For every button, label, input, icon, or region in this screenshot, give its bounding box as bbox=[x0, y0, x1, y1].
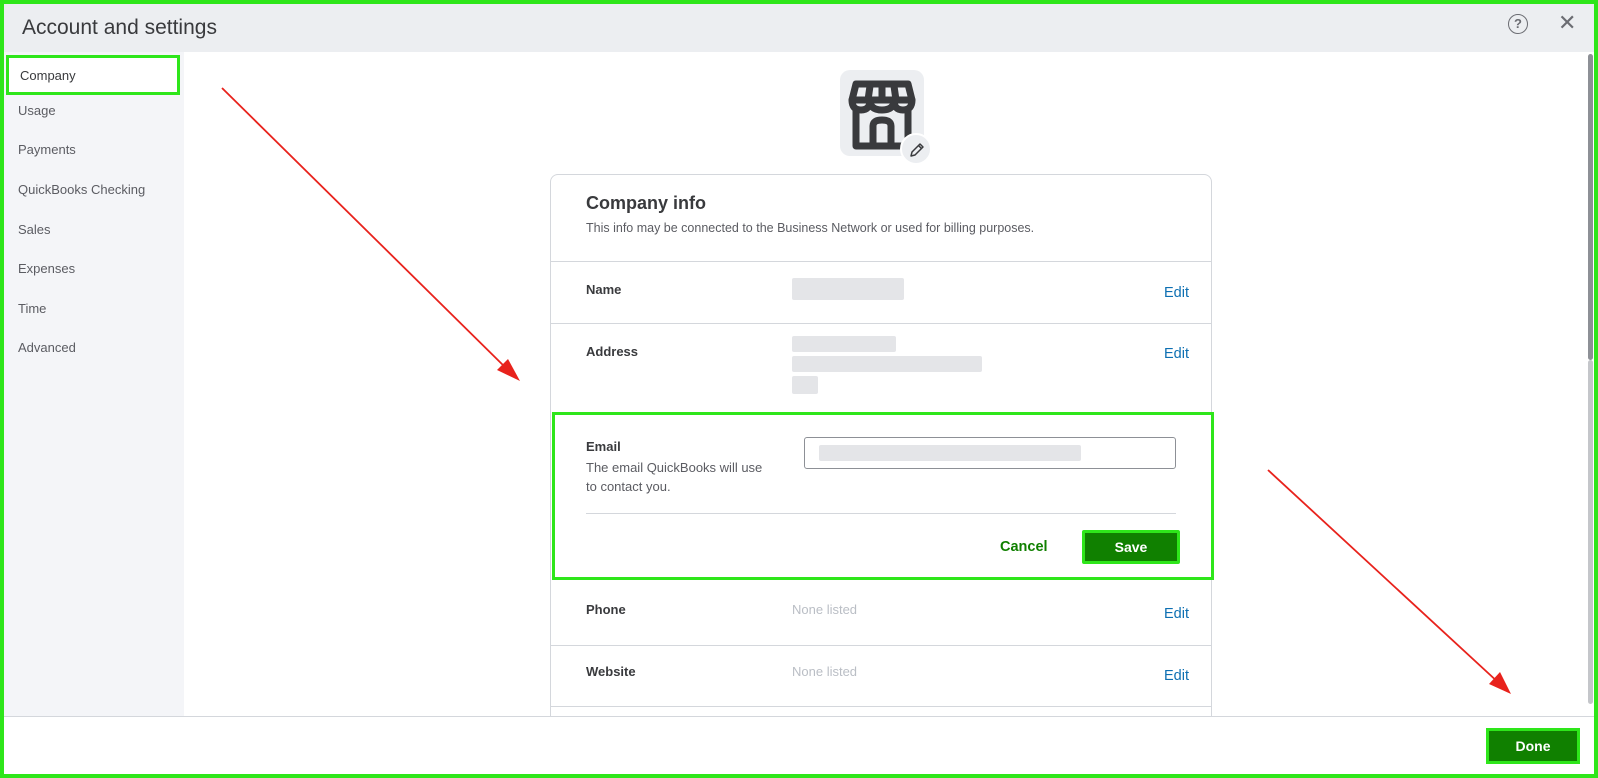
annotation-arrow bbox=[221, 87, 509, 371]
annotation-arrow bbox=[1267, 469, 1501, 685]
arrow-head bbox=[1489, 672, 1511, 694]
annotation-arrows bbox=[221, 87, 1511, 694]
